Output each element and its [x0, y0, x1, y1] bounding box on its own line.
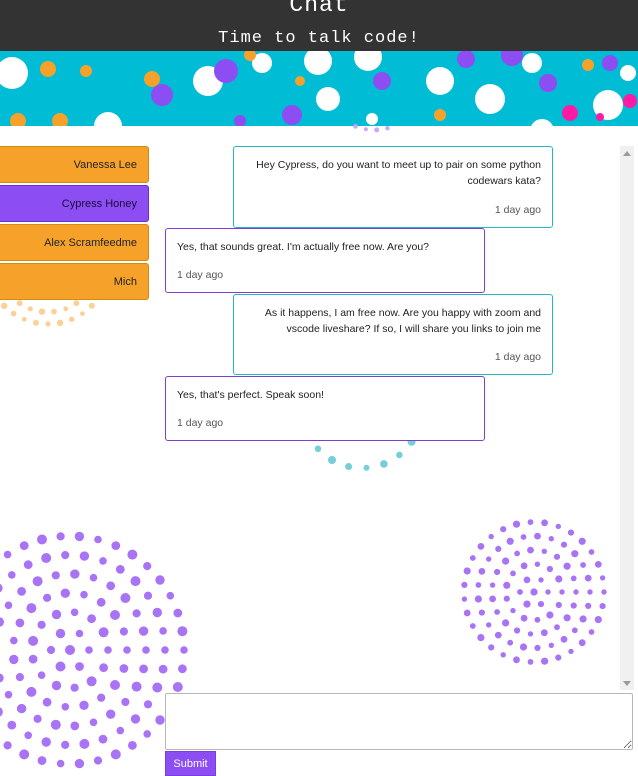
- contact-vanessa-lee[interactable]: Vanessa Lee: [0, 146, 149, 183]
- message-bubble: As it happens, I am free now. Are you ha…: [233, 294, 553, 375]
- message-text: Yes, that sounds great. I'm actually fre…: [177, 241, 430, 253]
- contact-cypress-honey[interactable]: Cypress Honey: [0, 185, 149, 222]
- message-bubble: Yes, that sounds great. I'm actually fre…: [165, 228, 485, 293]
- message-timestamp: 1 day ago: [177, 417, 224, 429]
- contacts-sidebar: Vanessa Lee Cypress Honey Alex Scramfeed…: [0, 146, 149, 302]
- chat-messages-panel: Hey Cypress, do you want to meet up to p…: [162, 146, 620, 690]
- submit-button[interactable]: Submit: [165, 751, 216, 776]
- chat-scrollbar[interactable]: [620, 146, 634, 690]
- scroll-down-icon[interactable]: [623, 681, 631, 686]
- message-bubble: Yes, that's perfect. Speak soon! 1 day a…: [165, 376, 485, 441]
- message-text: Yes, that's perfect. Speak soon!: [177, 389, 324, 401]
- contact-alex-scramfeedme[interactable]: Alex Scramfeedme: [0, 224, 149, 261]
- message-input[interactable]: [165, 693, 633, 750]
- message-text: Hey Cypress, do you want to meet up to p…: [256, 159, 541, 187]
- message-timestamp: 1 day ago: [494, 204, 541, 216]
- message-bubble: Hey Cypress, do you want to meet up to p…: [233, 146, 553, 228]
- message-timestamp: 1 day ago: [494, 351, 541, 363]
- message-text: As it happens, I am free now. Are you ha…: [264, 307, 541, 335]
- contact-mich[interactable]: Mich: [0, 263, 149, 300]
- scroll-up-icon[interactable]: [623, 151, 631, 156]
- message-timestamp: 1 day ago: [177, 269, 224, 281]
